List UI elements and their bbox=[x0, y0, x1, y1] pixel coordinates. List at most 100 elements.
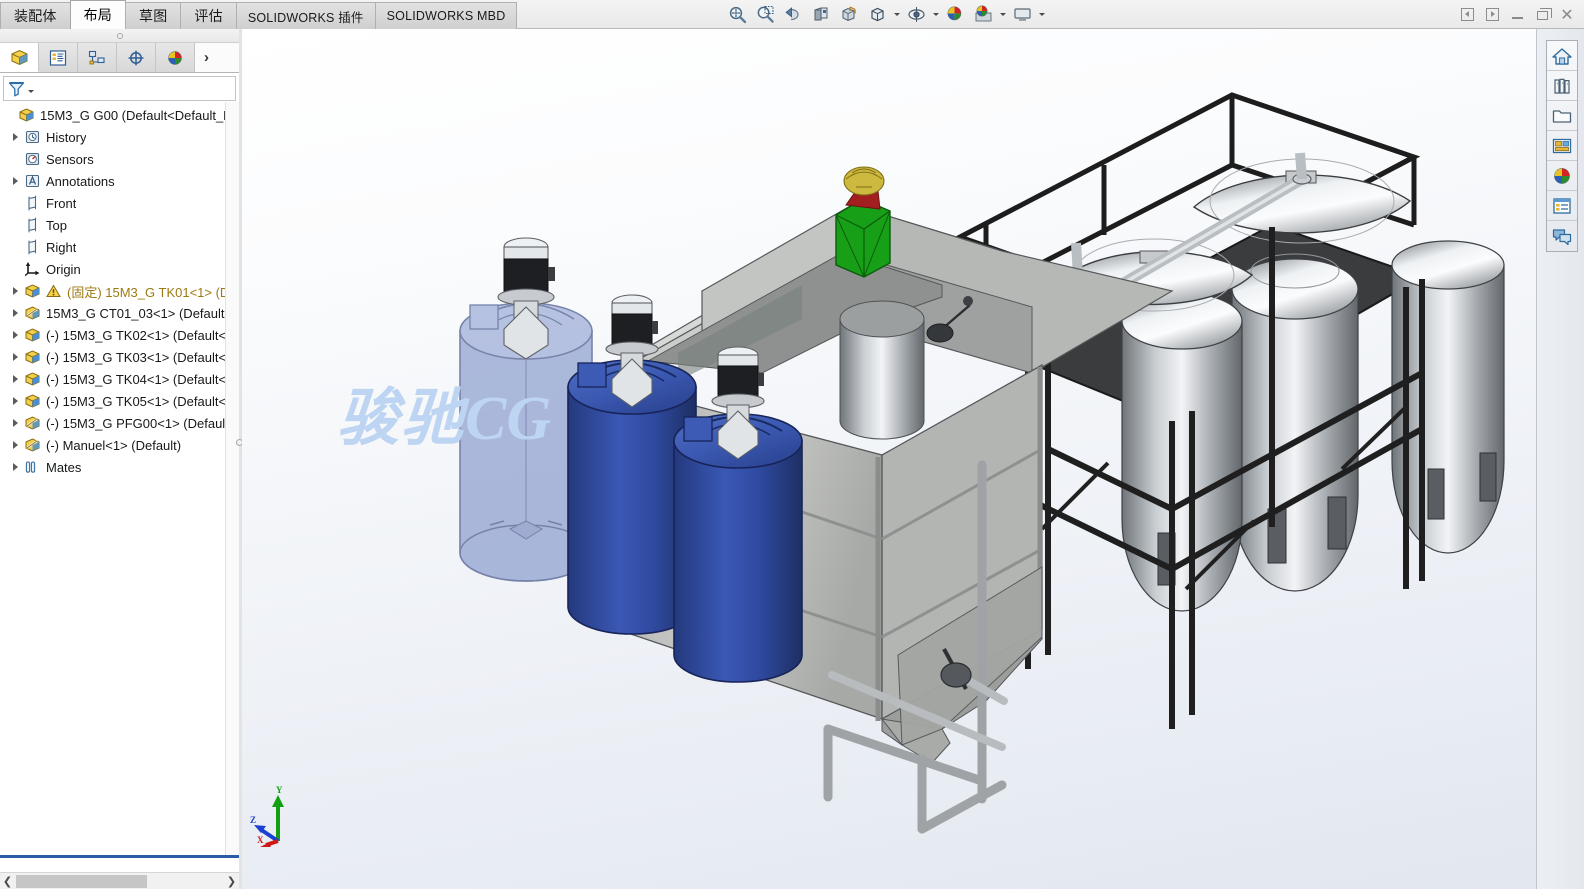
expand-arrow-icon[interactable] bbox=[8, 441, 22, 449]
appearances-scenes-icon[interactable] bbox=[1547, 161, 1577, 191]
expand-arrow-icon[interactable] bbox=[8, 331, 22, 339]
hide-show-items-icon[interactable] bbox=[903, 2, 929, 28]
panel-grip-dot bbox=[116, 33, 123, 39]
tree-item-label: History bbox=[46, 129, 87, 145]
tree-item-label: (固定) 15M3_G TK01<1> (Def bbox=[67, 284, 225, 300]
view-settings-dropdown-icon[interactable] bbox=[1037, 2, 1046, 28]
feature-manager-tab[interactable] bbox=[0, 43, 39, 72]
feature-tree-horizontal-scrollbar[interactable]: ❮ ❯ bbox=[0, 872, 239, 889]
tree-item[interactable]: Right bbox=[0, 236, 225, 258]
tree-filter-input[interactable] bbox=[34, 81, 235, 96]
command-tab-2[interactable]: 草图 bbox=[125, 2, 182, 29]
tree-item[interactable]: Front bbox=[0, 192, 225, 214]
expand-arrow-icon[interactable] bbox=[8, 397, 22, 405]
tree-item-label: (-) 15M3_G TK05<1> (Default<De bbox=[46, 393, 225, 409]
plane-icon bbox=[22, 217, 43, 233]
tree-item[interactable]: (-) 15M3_G TK04<1> (Default<De bbox=[0, 368, 225, 390]
dimxpert-manager-tab[interactable] bbox=[117, 43, 156, 72]
tree-item[interactable]: 15M3_G CT01_03<1> (Default<D bbox=[0, 302, 225, 324]
hscroll-track[interactable] bbox=[15, 874, 224, 888]
display-style-dropdown-icon[interactable] bbox=[892, 2, 901, 28]
previous-document-button[interactable] bbox=[1456, 5, 1478, 25]
tree-item[interactable]: Mates bbox=[0, 456, 225, 478]
tree-item[interactable]: 15M3_G G00 (Default<Default_Displa bbox=[0, 104, 225, 126]
tree-item[interactable]: Top bbox=[0, 214, 225, 236]
custom-properties-icon[interactable] bbox=[1547, 191, 1577, 221]
tree-item-label: Origin bbox=[46, 261, 81, 277]
graphics-viewport[interactable]: 骏驰CG Y Z X bbox=[242, 29, 1536, 889]
command-tab-1[interactable]: 布局 bbox=[69, 0, 127, 29]
display-style-icon[interactable] bbox=[864, 2, 890, 28]
tree-item[interactable]: (-) Manuel<1> (Default) bbox=[0, 434, 225, 456]
minimize-button[interactable] bbox=[1506, 5, 1528, 25]
view-orientation-icon[interactable] bbox=[836, 2, 862, 28]
subassembly-icon bbox=[22, 415, 43, 431]
tree-item[interactable]: History bbox=[0, 126, 225, 148]
apply-scene-icon[interactable] bbox=[970, 2, 996, 28]
expand-arrow-icon[interactable] bbox=[8, 133, 22, 141]
configuration-manager-tab[interactable] bbox=[78, 43, 117, 72]
property-manager-tab[interactable] bbox=[39, 43, 78, 72]
view-settings-icon[interactable] bbox=[1009, 2, 1035, 28]
tree-item[interactable]: Origin bbox=[0, 258, 225, 280]
annotations-icon bbox=[22, 173, 43, 189]
panel-grip-handle[interactable] bbox=[0, 29, 239, 43]
edit-appearance-icon[interactable] bbox=[942, 2, 968, 28]
zoom-to-area-icon[interactable] bbox=[752, 2, 778, 28]
restore-button[interactable] bbox=[1531, 5, 1553, 25]
solidworks-window: 装配体 布局 草图 评估 SOLIDWORKS 插件 SOLIDWORKS MBD bbox=[0, 0, 1584, 889]
section-view-icon[interactable] bbox=[808, 2, 834, 28]
zoom-to-fit-icon[interactable] bbox=[724, 2, 750, 28]
expand-arrow-icon[interactable] bbox=[8, 309, 22, 317]
command-tab-5[interactable]: SOLIDWORKS MBD bbox=[374, 2, 518, 29]
close-button[interactable]: ✕ bbox=[1556, 5, 1578, 25]
tree-item-label: (-) 15M3_G PFG00<1> (Default<D bbox=[46, 415, 225, 431]
expand-arrow-icon[interactable] bbox=[8, 287, 22, 295]
next-document-button[interactable] bbox=[1481, 5, 1503, 25]
tree-item[interactable]: Annotations bbox=[0, 170, 225, 192]
apply-scene-dropdown-icon[interactable] bbox=[998, 2, 1007, 28]
design-library-icon[interactable] bbox=[1547, 71, 1577, 101]
tree-item-label: Front bbox=[46, 195, 77, 211]
tree-item[interactable]: (固定) 15M3_G TK01<1> (Def bbox=[0, 280, 225, 302]
scroll-left-icon[interactable]: ❮ bbox=[0, 875, 15, 888]
sensors-icon bbox=[22, 151, 43, 167]
command-manager-bar: 装配体 布局 草图 评估 SOLIDWORKS 插件 SOLIDWORKS MBD bbox=[0, 0, 1584, 29]
command-tab-3[interactable]: 评估 bbox=[180, 2, 237, 29]
solidworks-resources-icon[interactable] bbox=[1547, 41, 1577, 71]
assembly-icon bbox=[16, 107, 37, 123]
task-pane bbox=[1536, 29, 1584, 889]
command-tab-0[interactable]: 装配体 bbox=[0, 2, 71, 29]
expand-arrow-icon[interactable] bbox=[8, 375, 22, 383]
coordinate-triad: Y Z X bbox=[250, 785, 310, 847]
solidworks-forum-icon[interactable] bbox=[1547, 221, 1577, 251]
panel-active-indicator bbox=[0, 855, 240, 858]
feature-tree[interactable]: 15M3_G G00 (Default<Default_Displa Histor… bbox=[0, 102, 225, 858]
tree-item[interactable]: (-) 15M3_G TK03<1> (Default<De bbox=[0, 346, 225, 368]
hscroll-thumb[interactable] bbox=[16, 874, 147, 888]
tree-item[interactable]: (-) 15M3_G TK02<1> (Default<De bbox=[0, 324, 225, 346]
tree-item-label: Top bbox=[46, 217, 67, 233]
expand-arrow-icon[interactable] bbox=[8, 463, 22, 471]
file-explorer-icon[interactable] bbox=[1547, 101, 1577, 131]
feature-manager-panel: › 15M3_G G00 (Default<Default_Displa Hist… bbox=[0, 29, 240, 889]
feature-tree-vertical-scrollbar[interactable] bbox=[225, 102, 239, 858]
hide-show-dropdown-icon[interactable] bbox=[931, 2, 940, 28]
view-palette-icon[interactable] bbox=[1547, 131, 1577, 161]
expand-arrow-icon[interactable] bbox=[8, 353, 22, 361]
previous-view-icon[interactable] bbox=[780, 2, 806, 28]
tree-item[interactable]: (-) 15M3_G TK05<1> (Default<De bbox=[0, 390, 225, 412]
tree-filter-bar[interactable] bbox=[3, 76, 236, 101]
command-tab-4[interactable]: SOLIDWORKS 插件 bbox=[235, 2, 376, 29]
tree-item-label: Annotations bbox=[46, 173, 115, 189]
tree-item[interactable]: Sensors bbox=[0, 148, 225, 170]
ball-valve bbox=[940, 662, 972, 688]
expand-arrow-icon[interactable] bbox=[8, 419, 22, 427]
tree-item[interactable]: (-) 15M3_G PFG00<1> (Default<D bbox=[0, 412, 225, 434]
more-tabs-button[interactable]: › bbox=[195, 43, 239, 72]
scroll-right-icon[interactable]: ❯ bbox=[224, 875, 239, 888]
tree-item-label: (-) 15M3_G TK03<1> (Default<De bbox=[46, 349, 225, 365]
expand-arrow-icon[interactable] bbox=[8, 177, 22, 185]
display-manager-tab[interactable] bbox=[156, 43, 195, 72]
human-mannequin-figure bbox=[835, 166, 891, 278]
